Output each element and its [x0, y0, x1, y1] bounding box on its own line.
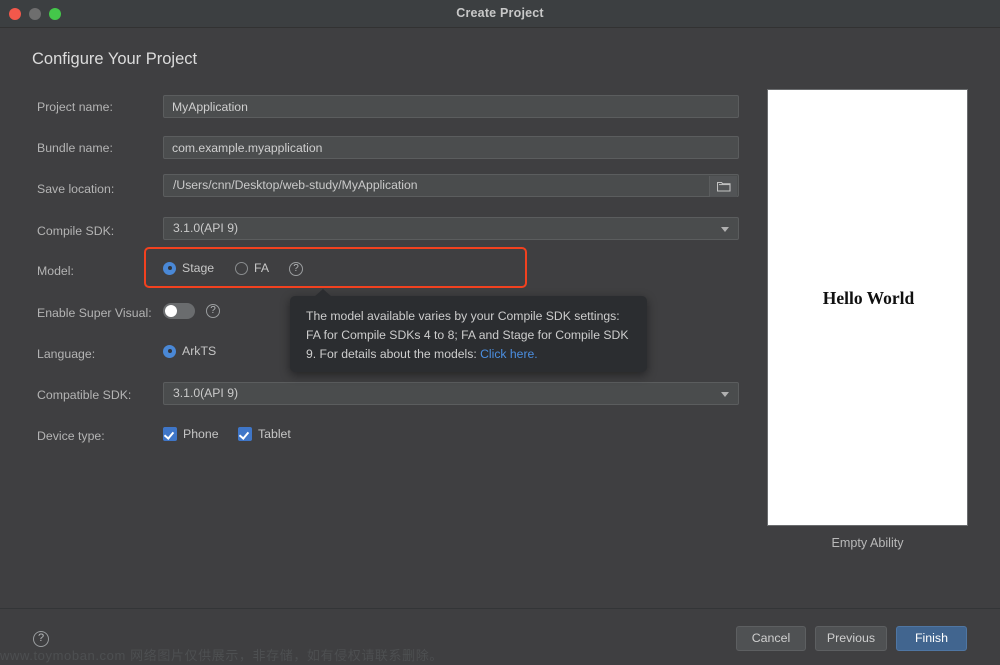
chevron-down-icon — [721, 227, 729, 232]
bundle-name-input[interactable] — [163, 136, 739, 159]
compatible-sdk-label: Compatible SDK: — [37, 388, 132, 402]
tooltip-arrow — [314, 289, 332, 297]
compatible-sdk-value: 3.1.0(API 9) — [173, 386, 239, 400]
bundle-name-label: Bundle name: — [37, 141, 113, 155]
model-label: Model: — [37, 264, 74, 278]
model-option-fa[interactable]: FA — [235, 261, 269, 275]
compile-sdk-label: Compile SDK: — [37, 224, 115, 238]
checkbox-tablet[interactable] — [238, 427, 252, 441]
browse-folder-button[interactable] — [709, 176, 737, 197]
model-help-tooltip: The model available varies by your Compi… — [290, 289, 647, 372]
project-name-input[interactable] — [163, 95, 739, 118]
enable-super-visual-toggle[interactable] — [163, 303, 195, 319]
device-type-tablet-label: Tablet — [258, 427, 291, 441]
device-type-phone-label: Phone — [183, 427, 219, 441]
compile-sdk-select[interactable]: 3.1.0(API 9) — [163, 217, 739, 240]
radio-arkts[interactable] — [163, 344, 176, 358]
project-name-label: Project name: — [37, 100, 113, 114]
page-title: Configure Your Project — [32, 50, 198, 68]
toggle-knob — [165, 305, 177, 317]
device-type-tablet[interactable]: Tablet — [238, 427, 291, 441]
enable-super-visual-label: Enable Super Visual: — [37, 306, 152, 320]
tooltip-line-3: 9. For details about the models: Click h… — [306, 345, 633, 364]
device-type-phone[interactable]: Phone — [163, 427, 219, 441]
preview-hello-world-text: Hello World — [822, 288, 915, 308]
radio-fa[interactable] — [235, 261, 248, 275]
save-location-field[interactable]: /Users/cnn/Desktop/web-study/MyApplicati… — [163, 174, 739, 197]
save-location-label: Save location: — [37, 182, 115, 196]
model-option-fa-label: FA — [254, 261, 270, 275]
save-location-value: /Users/cnn/Desktop/web-study/MyApplicati… — [173, 178, 418, 192]
checkbox-phone[interactable] — [163, 427, 177, 441]
tooltip-line-3-text: 9. For details about the models: — [306, 347, 481, 361]
device-type-label: Device type: — [37, 429, 105, 443]
window-title: Create Project — [456, 6, 544, 20]
folder-icon — [717, 181, 731, 192]
tooltip-line-1: The model available varies by your Compi… — [306, 309, 620, 323]
compatible-sdk-select[interactable]: 3.1.0(API 9) — [163, 382, 739, 405]
model-help-question-mark-icon[interactable]: ? — [289, 262, 303, 276]
chevron-down-icon — [721, 392, 729, 397]
language-option-arkts-label: ArkTS — [182, 344, 217, 358]
super-visual-help-question-mark-icon[interactable]: ? — [206, 304, 220, 318]
footer-divider — [0, 608, 1000, 609]
radio-stage[interactable] — [163, 261, 176, 275]
compile-sdk-value: 3.1.0(API 9) — [173, 221, 239, 235]
template-preview: Hello World — [767, 89, 968, 526]
window-titlebar: Create Project — [0, 0, 1000, 28]
language-option-arkts[interactable]: ArkTS — [163, 344, 216, 358]
create-project-dialog: Create Project Configure Your Project Pr… — [0, 0, 1000, 665]
language-label: Language: — [37, 347, 96, 361]
watermark-text: www.toymoban.com 网络图片仅供展示，非存储，如有侵权请联系删除。 — [0, 648, 443, 663]
tooltip-line-2: FA for Compile SDKs 4 to 8; FA and Stage… — [306, 328, 629, 342]
model-option-stage[interactable]: Stage — [163, 261, 214, 275]
tooltip-click-here-link[interactable]: Click here. — [480, 347, 538, 361]
preview-caption: Empty Ability — [831, 536, 904, 550]
model-option-stage-label: Stage — [182, 261, 215, 275]
